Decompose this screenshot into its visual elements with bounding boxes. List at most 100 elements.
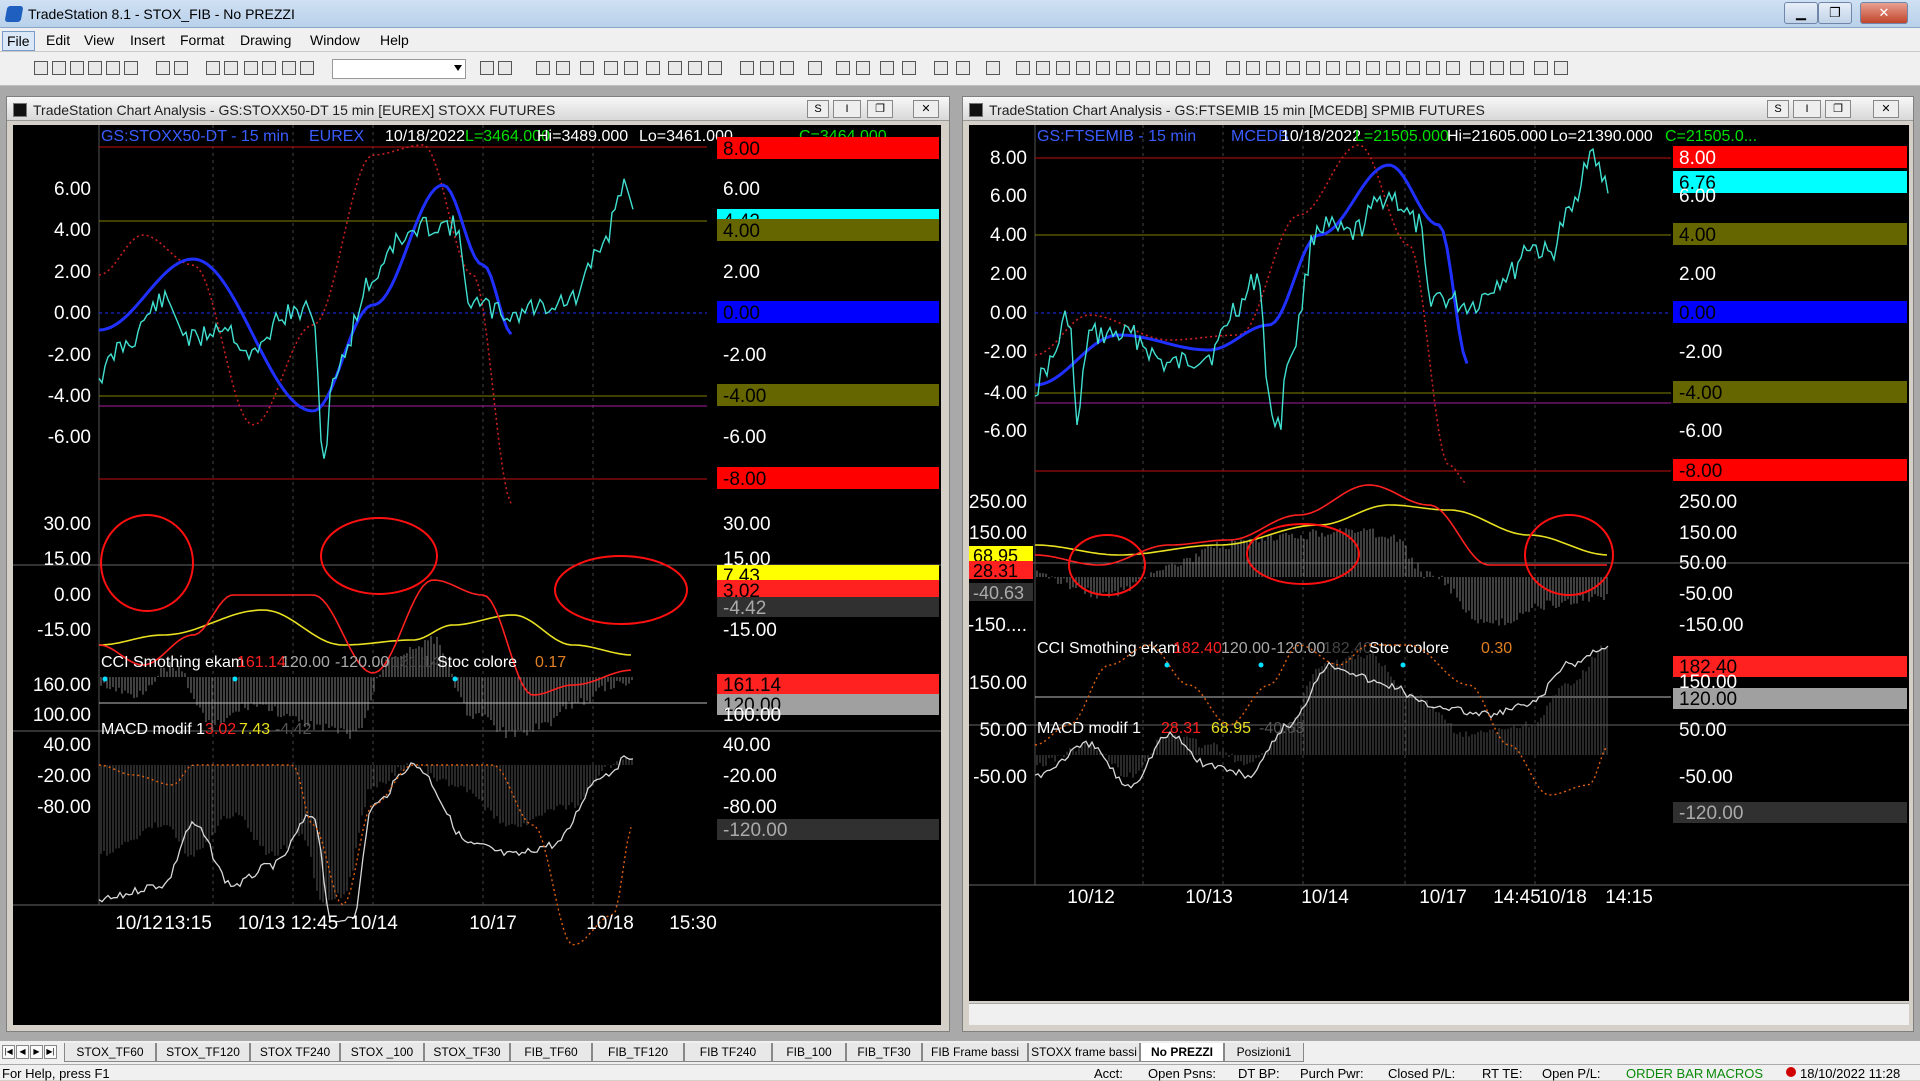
close-button[interactable]: ✕	[1860, 2, 1908, 24]
symbol-combo[interactable]	[332, 59, 466, 79]
toolbar-tool-icon[interactable]	[1246, 61, 1260, 75]
menu-help[interactable]: Help	[376, 31, 413, 49]
toolbar-tool-icon[interactable]	[1176, 61, 1190, 75]
tab-next-icon[interactable]: ▶	[30, 1045, 43, 1059]
toolbar-tool-icon[interactable]	[124, 61, 138, 75]
tab-fib-100[interactable]: FIB_100	[772, 1043, 846, 1062]
menu-drawing[interactable]: Drawing	[236, 31, 295, 49]
chart-area-ftsemib[interactable]: GS:FTSEMIB - 15 min MCEDB 10/18/2022 L=2150…	[969, 125, 1909, 1001]
toolbar-tool-icon[interactable]	[1156, 61, 1170, 75]
menu-insert[interactable]: Insert	[126, 31, 169, 49]
toolbar-tool-icon[interactable]	[1386, 61, 1400, 75]
toolbar-tool-icon[interactable]	[106, 61, 120, 75]
tab-fib-tf120[interactable]: FIB_TF120	[592, 1043, 684, 1062]
toolbar-tool-icon[interactable]	[986, 61, 1000, 75]
toolbar-tool-icon[interactable]	[1406, 61, 1420, 75]
tab-stox-tf60[interactable]: STOX_TF60	[64, 1043, 156, 1062]
horizontal-scrollbar[interactable]	[969, 1003, 1909, 1025]
toolbar-tool-icon[interactable]	[244, 61, 258, 75]
toolbar-tool-icon[interactable]	[580, 61, 594, 75]
toolbar-tool-icon[interactable]	[708, 61, 722, 75]
style-icon[interactable]: S	[1767, 100, 1789, 118]
tab-fib-tf30[interactable]: FIB_TF30	[846, 1043, 922, 1062]
restore-button[interactable]: ❐	[1818, 2, 1852, 24]
toolbar-tool-icon[interactable]	[740, 61, 754, 75]
tab-no-prezzi[interactable]: No PREZZI	[1140, 1043, 1224, 1062]
tab-first-icon[interactable]: |◀	[2, 1045, 15, 1059]
toolbar-tool-icon[interactable]	[1306, 61, 1320, 75]
tab-stox-tf30[interactable]: STOX_TF30	[424, 1043, 510, 1062]
toolbar-tool-icon[interactable]	[1266, 61, 1280, 75]
toolbar-tool-icon[interactable]	[1534, 61, 1548, 75]
info-icon[interactable]: I	[1793, 100, 1821, 118]
toolbar-tool-icon[interactable]	[780, 61, 794, 75]
toolbar-tool-icon[interactable]	[52, 61, 66, 75]
tab-stox-100[interactable]: STOX _100	[340, 1043, 424, 1062]
menu-window[interactable]: Window	[306, 31, 364, 49]
toolbar-tool-icon[interactable]	[206, 61, 220, 75]
chart-window-stoxx[interactable]: TradeStation Chart Analysis - GS:STOXX50…	[6, 96, 950, 1032]
toolbar-tool-icon[interactable]	[1446, 61, 1460, 75]
tab-last-icon[interactable]: ▶|	[44, 1045, 57, 1059]
toolbar-tool-icon[interactable]	[1470, 61, 1484, 75]
toolbar-tool-icon[interactable]	[902, 61, 916, 75]
style-icon[interactable]: S	[807, 100, 829, 118]
toolbar-tool-icon[interactable]	[668, 61, 682, 75]
toolbar-tool-icon[interactable]	[498, 61, 512, 75]
minimize-button[interactable]: ▁	[1784, 2, 1818, 24]
menu-file[interactable]: File	[2, 31, 35, 51]
chart-restore-button[interactable]: ❐	[867, 100, 893, 118]
menu-edit[interactable]: Edit	[42, 31, 74, 49]
status-macros[interactable]: MACROS	[1706, 1066, 1763, 1081]
toolbar-tool-icon[interactable]	[1286, 61, 1300, 75]
toolbar-tool-icon[interactable]	[1426, 61, 1440, 75]
toolbar-tool-icon[interactable]	[1096, 61, 1110, 75]
toolbar-tool-icon[interactable]	[1136, 61, 1150, 75]
toolbar-tool-icon[interactable]	[88, 61, 102, 75]
toolbar-tool-icon[interactable]	[624, 61, 638, 75]
toolbar-tool-icon[interactable]	[1076, 61, 1090, 75]
toolbar-tool-icon[interactable]	[174, 61, 188, 75]
tab-prev-icon[interactable]: ◀	[16, 1045, 29, 1059]
info-icon[interactable]: I	[833, 100, 861, 118]
tab-stox-tf240[interactable]: STOX TF240	[250, 1043, 340, 1062]
toolbar-tool-icon[interactable]	[1510, 61, 1524, 75]
toolbar-tool-icon[interactable]	[934, 61, 948, 75]
chart-window-ftsemib[interactable]: TradeStation Chart Analysis - GS:FTSEMIB…	[962, 96, 1914, 1032]
toolbar-tool-icon[interactable]	[1366, 61, 1380, 75]
chart-close-button[interactable]: ✕	[913, 100, 939, 118]
toolbar-tool-icon[interactable]	[224, 61, 238, 75]
chart-area-stoxx[interactable]: GS:STOXX50-DT - 15 min EUREX 10/18/2022 L=3…	[13, 125, 941, 1025]
toolbar-tool-icon[interactable]	[956, 61, 970, 75]
tab-stox-tf120[interactable]: STOX_TF120	[156, 1043, 250, 1062]
toolbar-tool-icon[interactable]	[1554, 61, 1568, 75]
toolbar-tool-icon[interactable]	[808, 61, 822, 75]
toolbar-tool-icon[interactable]	[1036, 61, 1050, 75]
toolbar-tool-icon[interactable]	[556, 61, 570, 75]
tab-fib-tf60[interactable]: FIB_TF60	[510, 1043, 592, 1062]
tab-fib-tf240[interactable]: FIB TF240	[684, 1043, 772, 1062]
chart-restore-button[interactable]: ❐	[1825, 100, 1851, 118]
toolbar-tool-icon[interactable]	[1196, 61, 1210, 75]
toolbar-tool-icon[interactable]	[1056, 61, 1070, 75]
toolbar-tool-icon[interactable]	[536, 61, 550, 75]
toolbar-tool-icon[interactable]	[1346, 61, 1360, 75]
toolbar-tool-icon[interactable]	[836, 61, 850, 75]
tab-stoxx-frame-bassi[interactable]: STOXX frame bassi	[1028, 1043, 1140, 1062]
status-order-bar[interactable]: ORDER BAR	[1626, 1066, 1703, 1081]
toolbar-tool-icon[interactable]	[604, 61, 618, 75]
toolbar-tool-icon[interactable]	[480, 61, 494, 75]
toolbar-tool-icon[interactable]	[156, 61, 170, 75]
toolbar-tool-icon[interactable]	[646, 61, 660, 75]
toolbar-tool-icon[interactable]	[34, 61, 48, 75]
menu-format[interactable]: Format	[176, 31, 228, 49]
toolbar-tool-icon[interactable]	[688, 61, 702, 75]
toolbar-tool-icon[interactable]	[262, 61, 276, 75]
menu-view[interactable]: View	[80, 31, 118, 49]
toolbar-tool-icon[interactable]	[856, 61, 870, 75]
tab-fib-frame-bassi[interactable]: FIB Frame bassi	[922, 1043, 1028, 1062]
toolbar-tool-icon[interactable]	[1326, 61, 1340, 75]
toolbar-tool-icon[interactable]	[300, 61, 314, 75]
toolbar-tool-icon[interactable]	[1116, 61, 1130, 75]
toolbar-tool-icon[interactable]	[1490, 61, 1504, 75]
